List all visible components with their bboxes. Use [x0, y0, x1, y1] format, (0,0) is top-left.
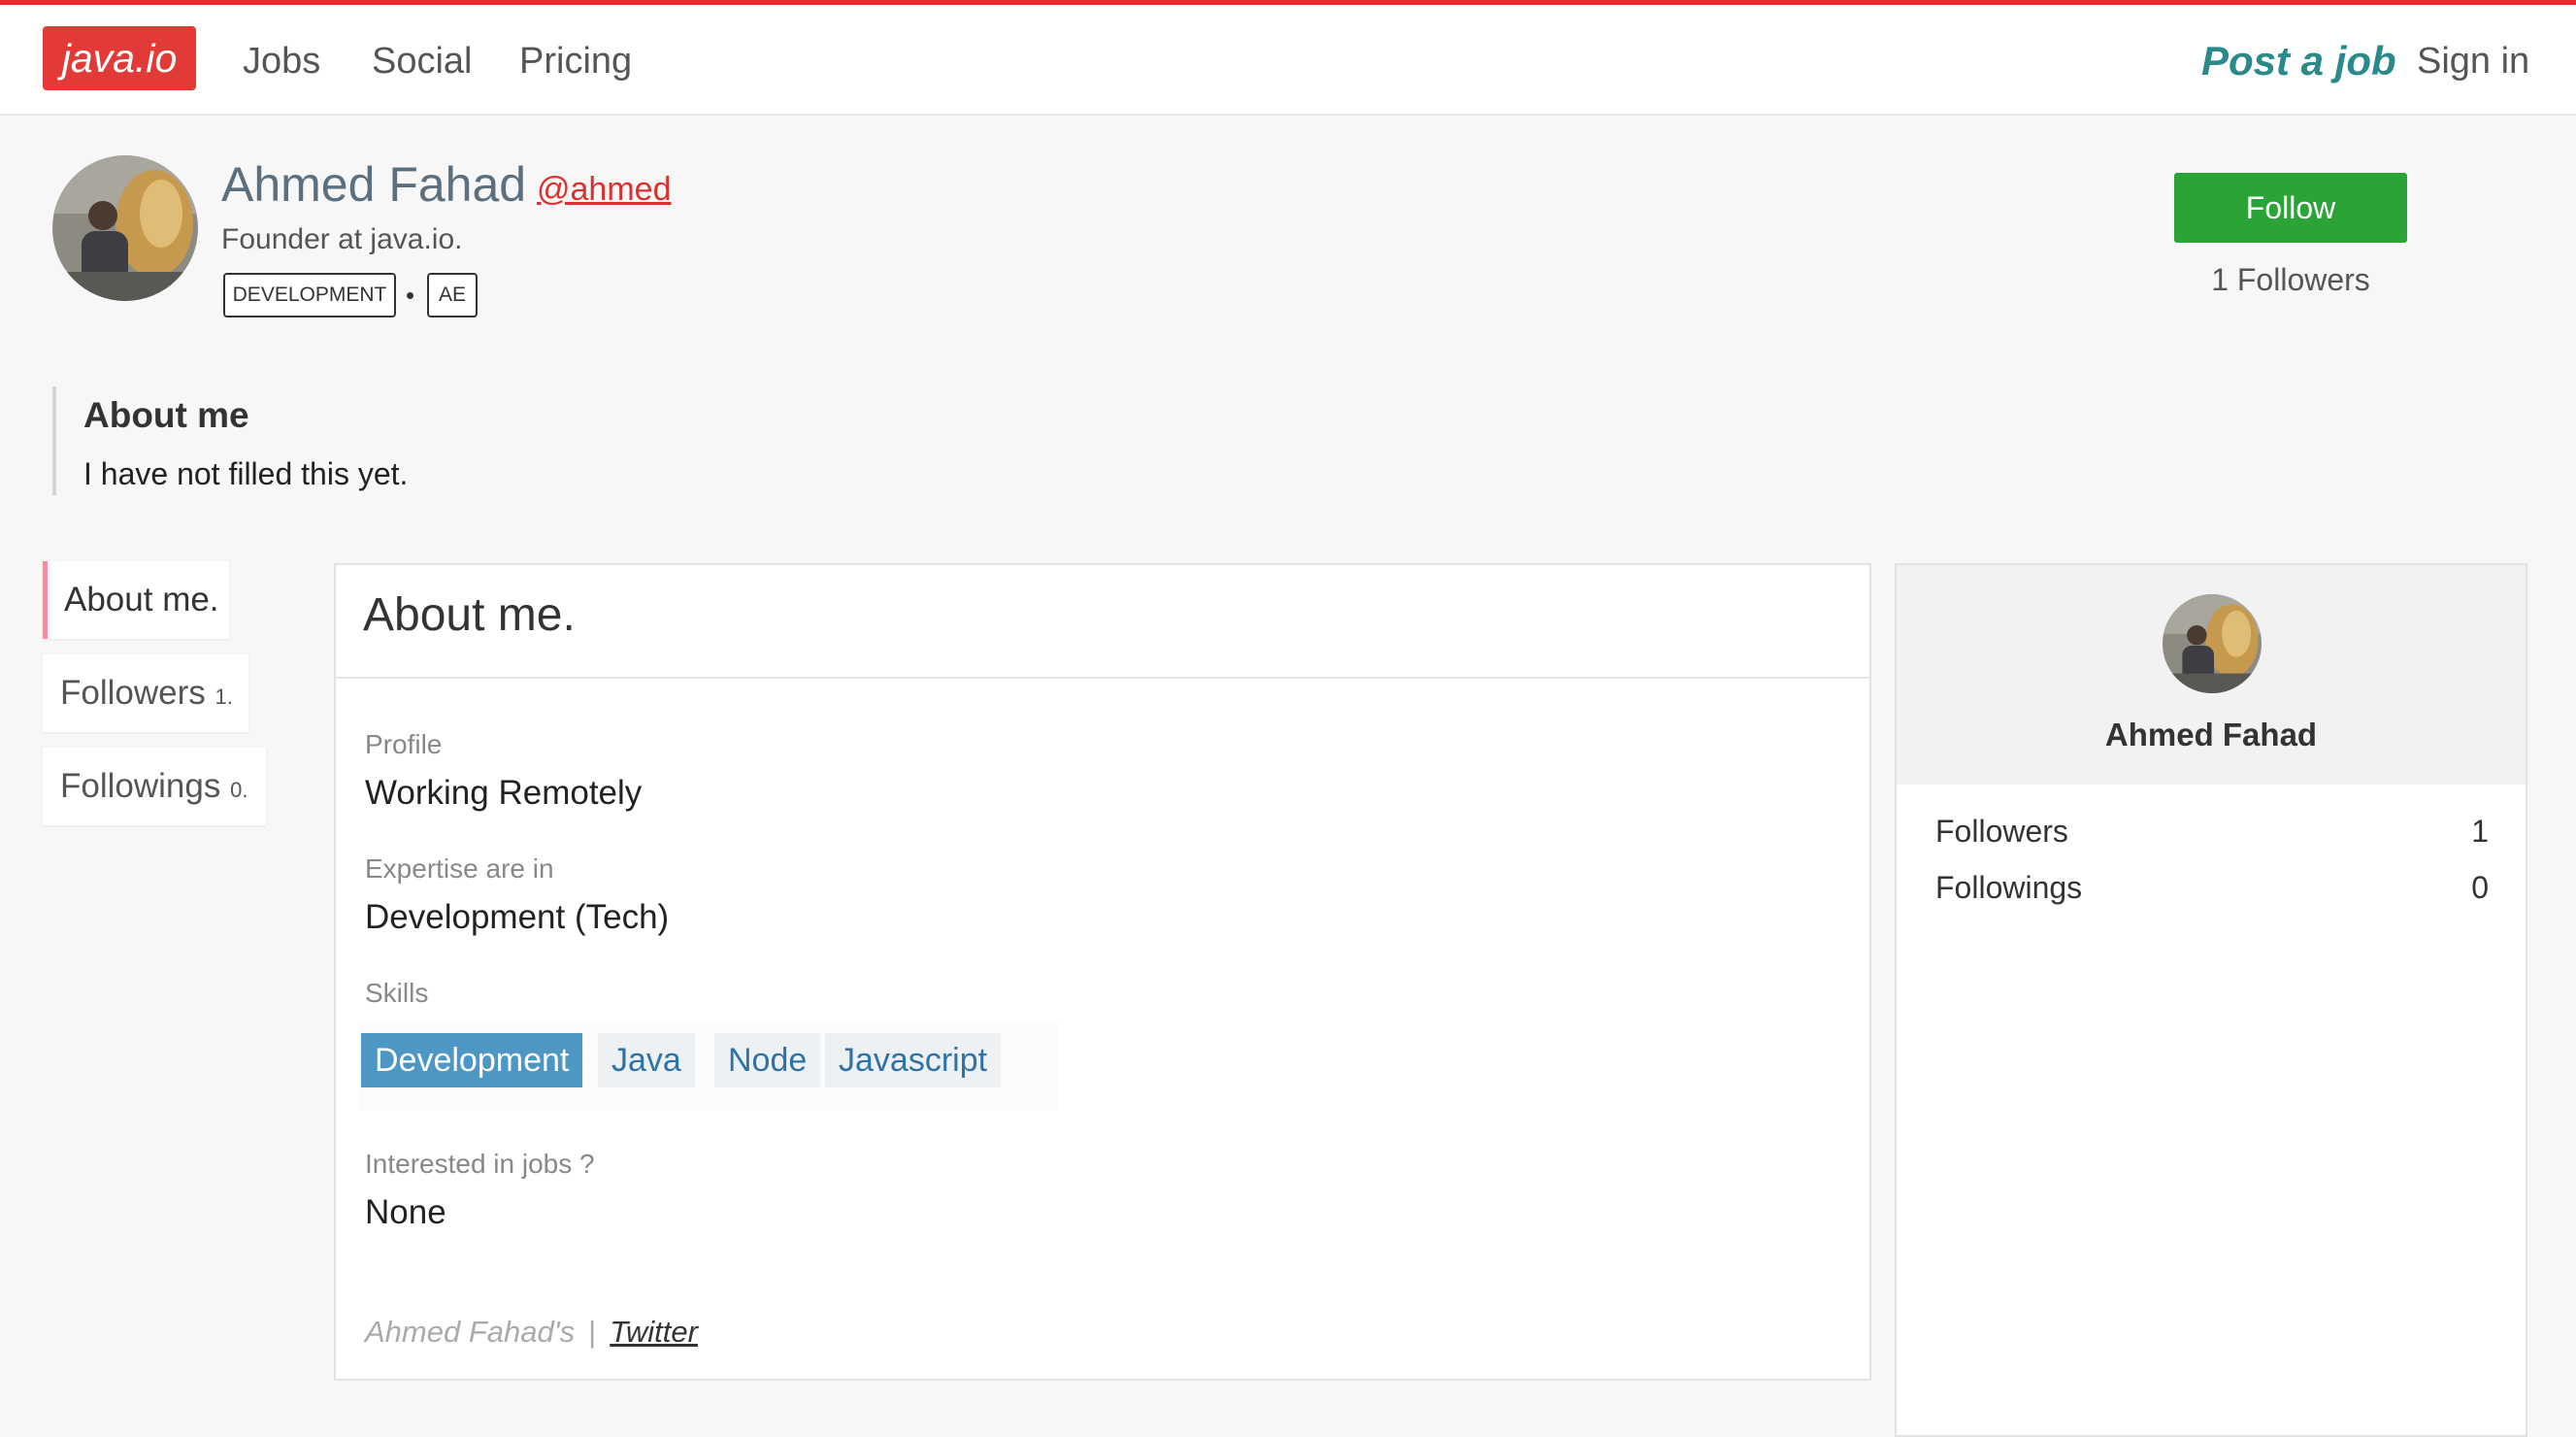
profile-summary-card: Ahmed Fahad Followers 1 Followings 0 [1895, 563, 2527, 1437]
profile-label: Profile [365, 729, 443, 759]
summary-header: Ahmed Fahad [1897, 565, 2526, 785]
expertise-value: Development (Tech) [365, 898, 670, 936]
jobs-interest-label: Interested in jobs ? [365, 1149, 595, 1179]
profile-tagline: Founder at java.io. [221, 223, 463, 255]
social-separator: | [588, 1315, 597, 1349]
nav-link-social[interactable]: Social [372, 39, 473, 84]
tag-country[interactable]: AE [427, 273, 478, 317]
profile-name: Ahmed Fahad [221, 157, 527, 212]
skills-label: Skills [365, 978, 429, 1008]
side-tab-count: 1. [215, 685, 233, 709]
skill-tag[interactable]: Javascript [825, 1033, 1002, 1087]
summary-followers-row[interactable]: Followers 1 [1935, 812, 2489, 851]
about-details-card: About me. Profile Working Remotely Exper… [334, 563, 1871, 1381]
summary-followings-value: 0 [2471, 870, 2489, 905]
side-tab-label: Followings [60, 767, 221, 805]
side-tab-followers[interactable]: Followers 1. [43, 654, 248, 732]
card-title: About me. [363, 589, 576, 641]
summary-name: Ahmed Fahad [2104, 717, 2318, 752]
profile-handle-link[interactable]: @ahmed [537, 169, 671, 210]
skill-tag[interactable]: Node [714, 1033, 821, 1087]
skills-list: Development Java Node Javascript [359, 1021, 1058, 1111]
social-owner-label: Ahmed Fahad's [365, 1315, 576, 1349]
jobs-interest-value: None [365, 1193, 446, 1231]
social-links-footer: Ahmed Fahad's | Twitter [365, 1313, 698, 1352]
sign-in-link[interactable]: Sign in [2417, 39, 2529, 84]
nav-link-jobs[interactable]: Jobs [243, 39, 320, 84]
summary-avatar [2163, 594, 2262, 693]
side-tab-label: About me. [64, 581, 219, 618]
twitter-link[interactable]: Twitter [610, 1315, 698, 1349]
nav-link-pricing[interactable]: Pricing [519, 39, 632, 84]
summary-followers-label: Followers [1935, 814, 2068, 849]
side-tab-label: Followers [60, 674, 206, 712]
summary-followers-value: 1 [2471, 814, 2489, 849]
post-a-job-link[interactable]: Post a job [2201, 37, 2396, 85]
logo[interactable]: java.io [43, 26, 196, 90]
followers-count: 1 Followers [2211, 262, 2370, 297]
about-me-heading: About me [83, 395, 249, 435]
summary-followings-label: Followings [1935, 870, 2083, 905]
follow-button[interactable]: Follow [2174, 173, 2407, 243]
summary-followings-row[interactable]: Followings 0 [1935, 868, 2489, 907]
card-divider [336, 677, 1869, 679]
tag-separator: • [406, 281, 415, 310]
tag-development[interactable]: DEVELOPMENT [223, 273, 396, 317]
side-tab-count: 0. [230, 778, 248, 802]
skill-tag[interactable]: Java [598, 1033, 695, 1087]
side-tab-followings[interactable]: Followings 0. [43, 748, 266, 825]
top-navbar: java.io Jobs Social Pricing Post a job S… [0, 5, 2576, 116]
about-me-text: I have not filled this yet. [83, 456, 409, 491]
side-tab-about[interactable]: About me. [43, 561, 229, 639]
about-me-blockquote: About me I have not filled this yet. [52, 386, 926, 495]
profile-value: Working Remotely [365, 774, 643, 812]
profile-avatar [52, 155, 198, 301]
skill-tag[interactable]: Development [361, 1033, 583, 1087]
expertise-label: Expertise are in [365, 853, 554, 884]
